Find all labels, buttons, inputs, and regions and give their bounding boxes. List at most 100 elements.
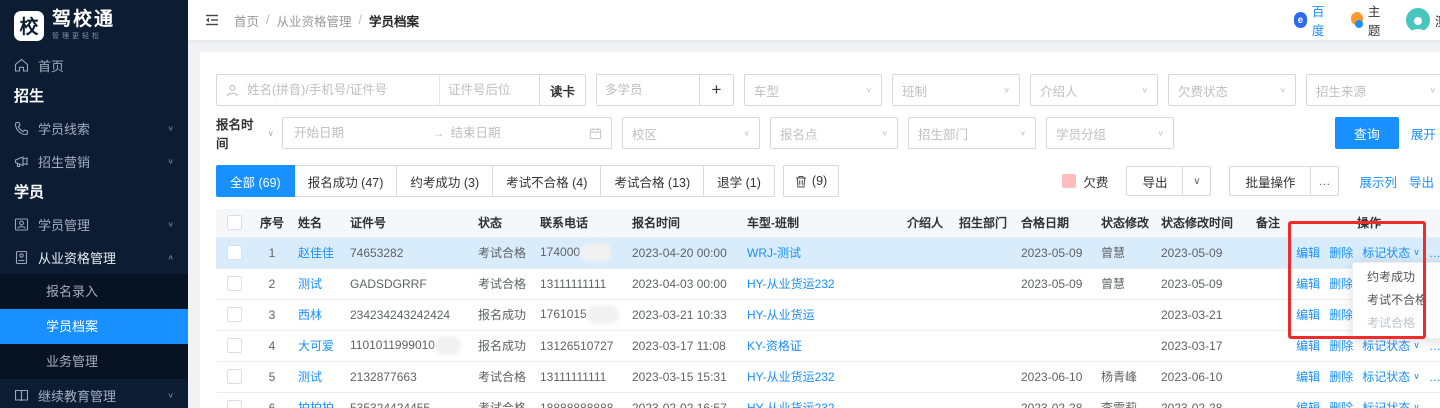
sidebar-item-学员管理[interactable]: 学员管理 ∨ [0, 208, 188, 241]
export-button[interactable]: 导出 [1126, 166, 1184, 196]
sidebar-subitem-业务管理[interactable]: 业务管理 [0, 344, 188, 379]
cell-remark [1250, 237, 1290, 269]
sidebar-item-首页[interactable]: 首页 [0, 49, 188, 82]
date-type-select[interactable]: 报名时间 ∨ [216, 114, 274, 152]
breadcrumb-item-从业资格管理[interactable]: 从业资格管理 [277, 11, 352, 30]
tab-退学 (1)[interactable]: 退学 (1) [703, 165, 775, 197]
batch-more-button[interactable]: … [1311, 166, 1340, 196]
name-search-input[interactable] [217, 75, 439, 105]
sidebar-subitem-报名录入[interactable]: 报名录入 [0, 274, 188, 309]
row-checkbox[interactable] [226, 276, 242, 291]
cell-dept [953, 268, 1015, 300]
select-校区[interactable]: 校区 ∨ [622, 117, 760, 149]
chevron-down-icon: ∨ [1413, 402, 1420, 408]
multi-student-group: + [596, 74, 734, 106]
select-all-checkbox[interactable] [226, 215, 242, 231]
theme-switcher[interactable]: 主题 [1350, 1, 1388, 39]
student-name-link[interactable]: 大可爱 [298, 339, 334, 353]
baidu-shortcut[interactable]: e 百度 [1294, 1, 1332, 39]
student-name-link[interactable]: 西林 [298, 308, 322, 322]
tab-报名成功 (47)[interactable]: 报名成功 (47) [293, 165, 398, 197]
more-actions-link[interactable]: … [1429, 370, 1440, 384]
show-columns-link[interactable]: 展示列 [1359, 172, 1397, 191]
mark-status-link[interactable]: 标记状态 [1362, 337, 1410, 354]
edit-link[interactable]: 编辑 [1296, 399, 1320, 408]
name-search-field[interactable] [239, 75, 416, 105]
row-checkbox[interactable] [226, 400, 242, 408]
cell-modify-time: 2023-02-28 [1155, 392, 1250, 408]
row-checkbox[interactable] [226, 245, 242, 260]
class-link[interactable]: HY-从业货运232 [747, 277, 835, 291]
edit-link[interactable]: 编辑 [1296, 244, 1320, 261]
row-checkbox[interactable] [226, 338, 242, 353]
tab-全部 (69)[interactable]: 全部 (69) [216, 165, 295, 197]
mark-status-link[interactable]: 标记状态 [1362, 368, 1410, 385]
more-actions-link[interactable]: … [1429, 339, 1440, 353]
read-card-button[interactable]: 读卡 [539, 75, 585, 105]
end-date-field[interactable] [448, 118, 585, 148]
select-招生来源[interactable]: 招生来源 ∨ [1306, 74, 1440, 106]
edit-link[interactable]: 编辑 [1296, 275, 1320, 292]
student-name-link[interactable]: 测试 [298, 370, 322, 384]
user-menu[interactable]: 测试 [1405, 8, 1440, 32]
edit-link[interactable]: 编辑 [1296, 306, 1320, 323]
owing-legend-swatch [1062, 174, 1077, 188]
delete-link[interactable]: 删除 [1329, 368, 1353, 385]
select-招生部门[interactable]: 招生部门 ∨ [908, 117, 1036, 149]
class-link[interactable]: HY-从业货运232 [747, 370, 835, 384]
expand-filters-link[interactable]: 展开 ∨ [1411, 124, 1440, 143]
breadcrumb-separator: / [358, 13, 362, 27]
more-actions-link[interactable]: … [1429, 246, 1440, 260]
id-suffix-field[interactable] [439, 75, 539, 105]
export-dropdown-button[interactable]: ∨ [1183, 166, 1212, 196]
add-student-button[interactable]: + [699, 75, 733, 105]
sidebar-item-学员线索[interactable]: 学员线索 ∨ [0, 112, 188, 145]
start-date-field[interactable] [292, 118, 429, 148]
dropdown-item-约考成功[interactable]: 约考成功 [1353, 266, 1440, 289]
class-link[interactable]: HY-从业货运 [747, 308, 815, 322]
student-name-link[interactable]: 测试 [298, 277, 322, 291]
edit-link[interactable]: 编辑 [1296, 368, 1320, 385]
delete-link[interactable]: 删除 [1329, 244, 1353, 261]
sidebar-item-继续教育管理[interactable]: 继续教育管理 ∨ [0, 379, 188, 408]
select-报名点[interactable]: 报名点 ∨ [770, 117, 898, 149]
filter-row-2: 报名时间 ∨ → 校区 ∨ 报名点 ∨ 招生部门 ∨ 学员分组 ∨ 查询 [216, 114, 1440, 152]
sidebar-subitem-学员档案[interactable]: 学员档案 [0, 309, 188, 344]
tab-考试合格 (13)[interactable]: 考试合格 (13) [600, 165, 705, 197]
student-name-link[interactable]: 赵佳佳 [298, 246, 334, 260]
class-link[interactable]: KY-资格证 [747, 339, 802, 353]
sidebar-item-从业资格管理[interactable]: 从业资格管理 ∧ [0, 241, 188, 274]
export-history-link[interactable]: 导出 [1409, 172, 1434, 191]
delete-link[interactable]: 删除 [1329, 306, 1353, 323]
date-range-picker[interactable]: → [282, 117, 612, 149]
select-车型[interactable]: 车型 ∨ [744, 74, 882, 106]
row-checkbox[interactable] [226, 369, 242, 384]
row-checkbox[interactable] [226, 307, 242, 322]
breadcrumb-item-首页[interactable]: 首页 [234, 11, 259, 30]
delete-link[interactable]: 删除 [1329, 399, 1353, 408]
filter-row-1: 读卡 + 车型 ∨ 班制 ∨ 介绍人 ∨ 欠费状态 ∨ 招生来源 ∨ [216, 74, 1440, 106]
sidebar-item-招生营销[interactable]: 招生营销 ∨ [0, 145, 188, 178]
trash-tab[interactable]: (9) [782, 165, 840, 197]
tab-考试不合格 (4)[interactable]: 考试不合格 (4) [492, 165, 602, 197]
multi-student-field[interactable] [597, 75, 699, 105]
more-actions-link[interactable]: … [1429, 401, 1440, 408]
edit-link[interactable]: 编辑 [1296, 337, 1320, 354]
tab-约考成功 (3)[interactable]: 约考成功 (3) [396, 165, 494, 197]
select-介绍人[interactable]: 介绍人 ∨ [1030, 74, 1158, 106]
dropdown-item-考试不合格[interactable]: 考试不合格 [1353, 289, 1440, 312]
cell-modify-time: 2023-05-09 [1155, 237, 1250, 269]
delete-link[interactable]: 删除 [1329, 275, 1353, 292]
class-link[interactable]: HY-从业货运232 [747, 401, 835, 408]
menu-fold-icon[interactable] [204, 12, 220, 28]
mark-status-link[interactable]: 标记状态 [1362, 244, 1410, 261]
select-班制[interactable]: 班制 ∨ [892, 74, 1020, 106]
mark-status-link[interactable]: 标记状态 [1362, 399, 1410, 408]
select-欠费状态[interactable]: 欠费状态 ∨ [1168, 74, 1296, 106]
student-name-link[interactable]: 拍拍拍 [298, 401, 334, 408]
search-button[interactable]: 查询 [1334, 117, 1399, 149]
batch-operation-button[interactable]: 批量操作 [1229, 166, 1312, 196]
class-link[interactable]: WRJ-测试 [747, 246, 801, 260]
select-学员分组[interactable]: 学员分组 ∨ [1046, 117, 1174, 149]
delete-link[interactable]: 删除 [1329, 337, 1353, 354]
